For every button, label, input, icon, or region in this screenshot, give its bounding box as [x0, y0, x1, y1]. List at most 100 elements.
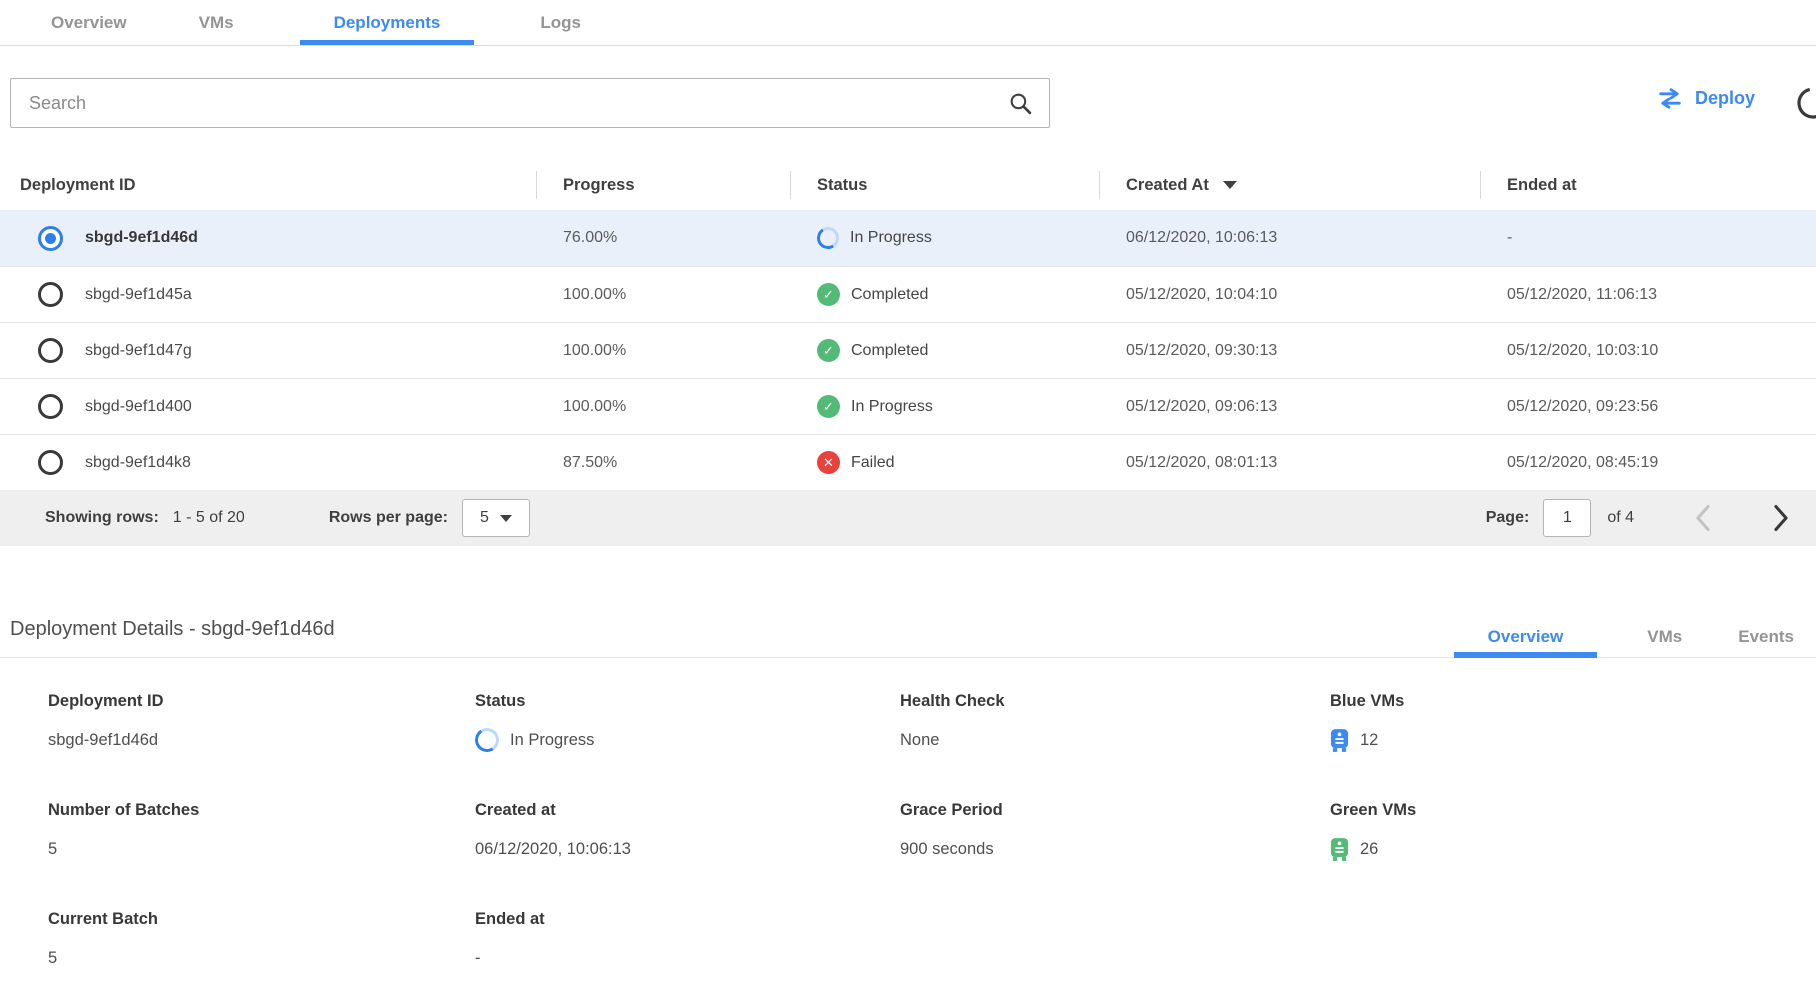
row-radio[interactable] — [38, 226, 63, 251]
details-title: Deployment Details - sbgd-9ef1d46d — [10, 618, 335, 641]
detail-field-deployment-id: Deployment ID sbgd-9ef1d46d — [48, 692, 475, 753]
column-header-deployment-id: Deployment ID — [0, 160, 536, 210]
row-radio[interactable] — [38, 282, 63, 307]
tab-logs[interactable]: Logs — [534, 0, 587, 45]
detail-field-grace-period: Grace Period 900 seconds — [900, 801, 1330, 862]
detail-field-blue-vms: Blue VMs 12 — [1330, 692, 1816, 753]
detail-field-label: Created at — [475, 801, 900, 820]
progress-cell: 100.00% — [536, 398, 790, 416]
vm-green-icon — [1330, 837, 1349, 862]
row-radio[interactable] — [38, 338, 63, 363]
progress-cell: 100.00% — [536, 342, 790, 360]
deployment-id-cell: sbgd-9ef1d45a — [85, 286, 192, 304]
deploy-button[interactable]: Deploy — [1656, 87, 1755, 110]
status-cell: ✓ In Progress — [790, 395, 1099, 418]
table-footer: Showing rows: 1 - 5 of 20 Rows per page:… — [0, 490, 1816, 546]
column-header-status: Status — [790, 160, 1099, 210]
tab-overview[interactable]: Overview — [45, 0, 133, 45]
showing-rows-label: Showing rows: — [45, 509, 159, 527]
refresh-icon[interactable] — [1794, 82, 1816, 127]
page-total: of 4 — [1607, 509, 1634, 527]
search-input[interactable] — [11, 93, 1008, 114]
toolbar: Deploy — [0, 78, 1816, 128]
detail-field-value: 900 seconds — [900, 840, 994, 859]
detail-field-value: 06/12/2020, 10:06:13 — [475, 840, 631, 859]
search-icon — [1008, 91, 1033, 116]
column-header-progress: Progress — [536, 160, 790, 210]
detail-field-label: Deployment ID — [48, 692, 475, 711]
rows-per-page-select[interactable]: 5 — [462, 499, 530, 537]
completed-check-icon: ✓ — [817, 339, 840, 362]
row-radio[interactable] — [38, 450, 63, 475]
table-row[interactable]: sbgd-9ef1d4k8 87.50% ✕ Failed 05/12/2020… — [0, 434, 1816, 490]
status-label: In Progress — [850, 229, 932, 247]
details-tab-events[interactable]: Events — [1732, 627, 1800, 657]
tab-label: VMs — [199, 13, 234, 33]
tab-vms[interactable]: VMs — [193, 0, 240, 45]
status-cell: In Progress — [790, 227, 1099, 249]
detail-field-status: Status In Progress — [475, 692, 900, 753]
next-page-button[interactable] — [1770, 504, 1792, 532]
detail-field-health-check: Health Check None — [900, 692, 1330, 753]
ended-at-cell: - — [1480, 229, 1816, 247]
swap-arrows-icon — [1656, 87, 1684, 110]
deployment-id-cell: sbgd-9ef1d400 — [85, 398, 192, 416]
deployment-id-cell: sbgd-9ef1d47g — [85, 342, 192, 360]
tab-label: Overview — [1488, 627, 1564, 647]
vm-blue-icon — [1330, 728, 1349, 753]
column-header-created-at[interactable]: Created At — [1099, 160, 1480, 210]
progress-cell: 100.00% — [536, 286, 790, 304]
details-tab-vms[interactable]: VMs — [1641, 627, 1688, 657]
pagination: Page: of 4 — [1486, 499, 1792, 537]
rows-per-page-label: Rows per page: — [329, 509, 448, 527]
status-label: Failed — [851, 454, 895, 472]
ended-at-cell: 05/12/2020, 08:45:19 — [1480, 454, 1816, 472]
ended-at-cell: 05/12/2020, 11:06:13 — [1480, 286, 1816, 304]
table-row[interactable]: sbgd-9ef1d47g 100.00% ✓ Completed 05/12/… — [0, 322, 1816, 378]
detail-field-label: Green VMs — [1330, 801, 1816, 820]
table-row[interactable]: sbgd-9ef1d46d 76.00% In Progress 06/12/2… — [0, 210, 1816, 266]
detail-field-label: Current Batch — [48, 910, 475, 929]
search-box[interactable] — [10, 78, 1050, 128]
detail-field-ended-at: Ended at - — [475, 910, 900, 971]
in-progress-spinner-icon — [815, 225, 841, 251]
detail-field-value: 26 — [1360, 840, 1378, 859]
tab-deployments[interactable]: Deployments — [300, 0, 475, 45]
created-at-cell: 05/12/2020, 10:04:10 — [1099, 286, 1480, 304]
detail-field-created-at: Created at 06/12/2020, 10:06:13 — [475, 801, 900, 862]
status-cell: ✓ Completed — [790, 283, 1099, 306]
created-at-cell: 05/12/2020, 09:30:13 — [1099, 342, 1480, 360]
status-label: Completed — [851, 342, 928, 360]
created-at-cell: 06/12/2020, 10:06:13 — [1099, 229, 1480, 247]
detail-field-number-of-batches: Number of Batches 5 — [48, 801, 475, 862]
rows-per-page-value: 5 — [480, 509, 489, 527]
detail-field-value: 5 — [48, 840, 57, 859]
chevron-down-icon — [500, 515, 512, 522]
showing-rows-value: 1 - 5 of 20 — [173, 509, 245, 527]
tab-label: VMs — [1647, 627, 1682, 647]
details-tab-overview[interactable]: Overview — [1454, 627, 1598, 657]
deployment-id-cell: sbgd-9ef1d46d — [85, 229, 198, 247]
sort-descending-icon — [1223, 181, 1237, 189]
table-row[interactable]: sbgd-9ef1d45a 100.00% ✓ Completed 05/12/… — [0, 266, 1816, 322]
column-header-created-at-label: Created At — [1126, 176, 1209, 195]
created-at-cell: 05/12/2020, 09:06:13 — [1099, 398, 1480, 416]
tab-label: Events — [1738, 627, 1794, 647]
detail-field-value: In Progress — [510, 731, 594, 750]
status-cell: ✓ Completed — [790, 339, 1099, 362]
table-row[interactable]: sbgd-9ef1d400 100.00% ✓ In Progress 05/1… — [0, 378, 1816, 434]
completed-check-icon: ✓ — [817, 395, 840, 418]
top-tab-bar: Overview VMs Deployments Logs — [0, 0, 1816, 46]
detail-field-green-vms: Green VMs 26 — [1330, 801, 1816, 862]
progress-cell: 87.50% — [536, 454, 790, 472]
detail-field-current-batch: Current Batch 5 — [48, 910, 475, 971]
deployments-page: Overview VMs Deployments Logs Deploy Deploy… — [0, 0, 1816, 992]
status-label: In Progress — [851, 398, 933, 416]
detail-field-value: 12 — [1360, 731, 1378, 750]
tab-label: Logs — [540, 13, 581, 33]
previous-page-button[interactable] — [1692, 504, 1714, 532]
row-radio[interactable] — [38, 394, 63, 419]
detail-field-label: Blue VMs — [1330, 692, 1816, 711]
page-input[interactable] — [1543, 499, 1591, 537]
deploy-button-label: Deploy — [1695, 88, 1755, 109]
